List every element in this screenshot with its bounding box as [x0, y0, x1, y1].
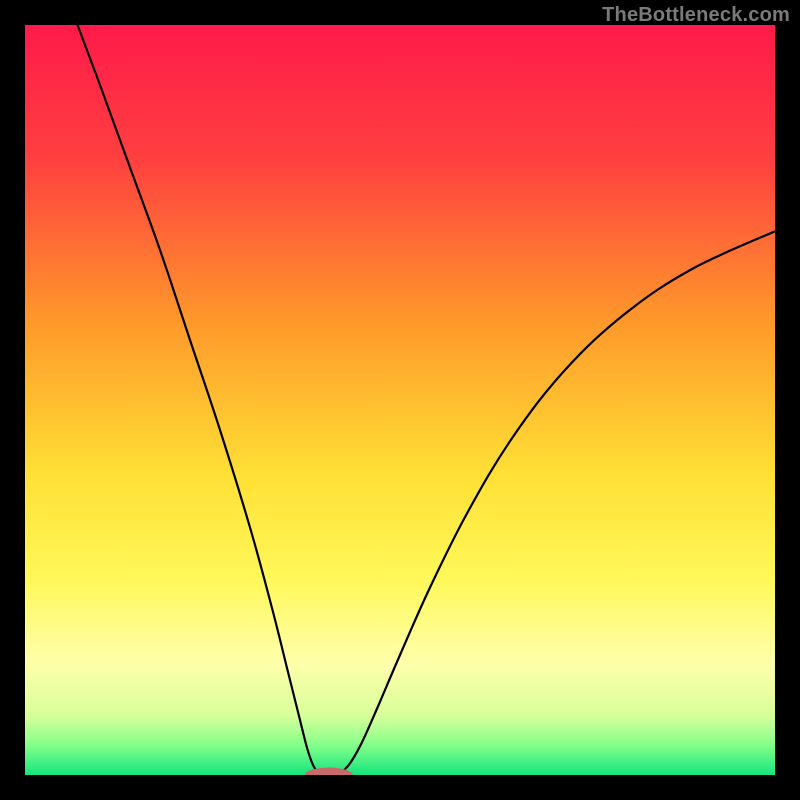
- watermark-text: TheBottleneck.com: [602, 4, 790, 27]
- bottleneck-chart: [25, 25, 775, 775]
- chart-frame: [25, 25, 775, 775]
- chart-background: [25, 25, 775, 775]
